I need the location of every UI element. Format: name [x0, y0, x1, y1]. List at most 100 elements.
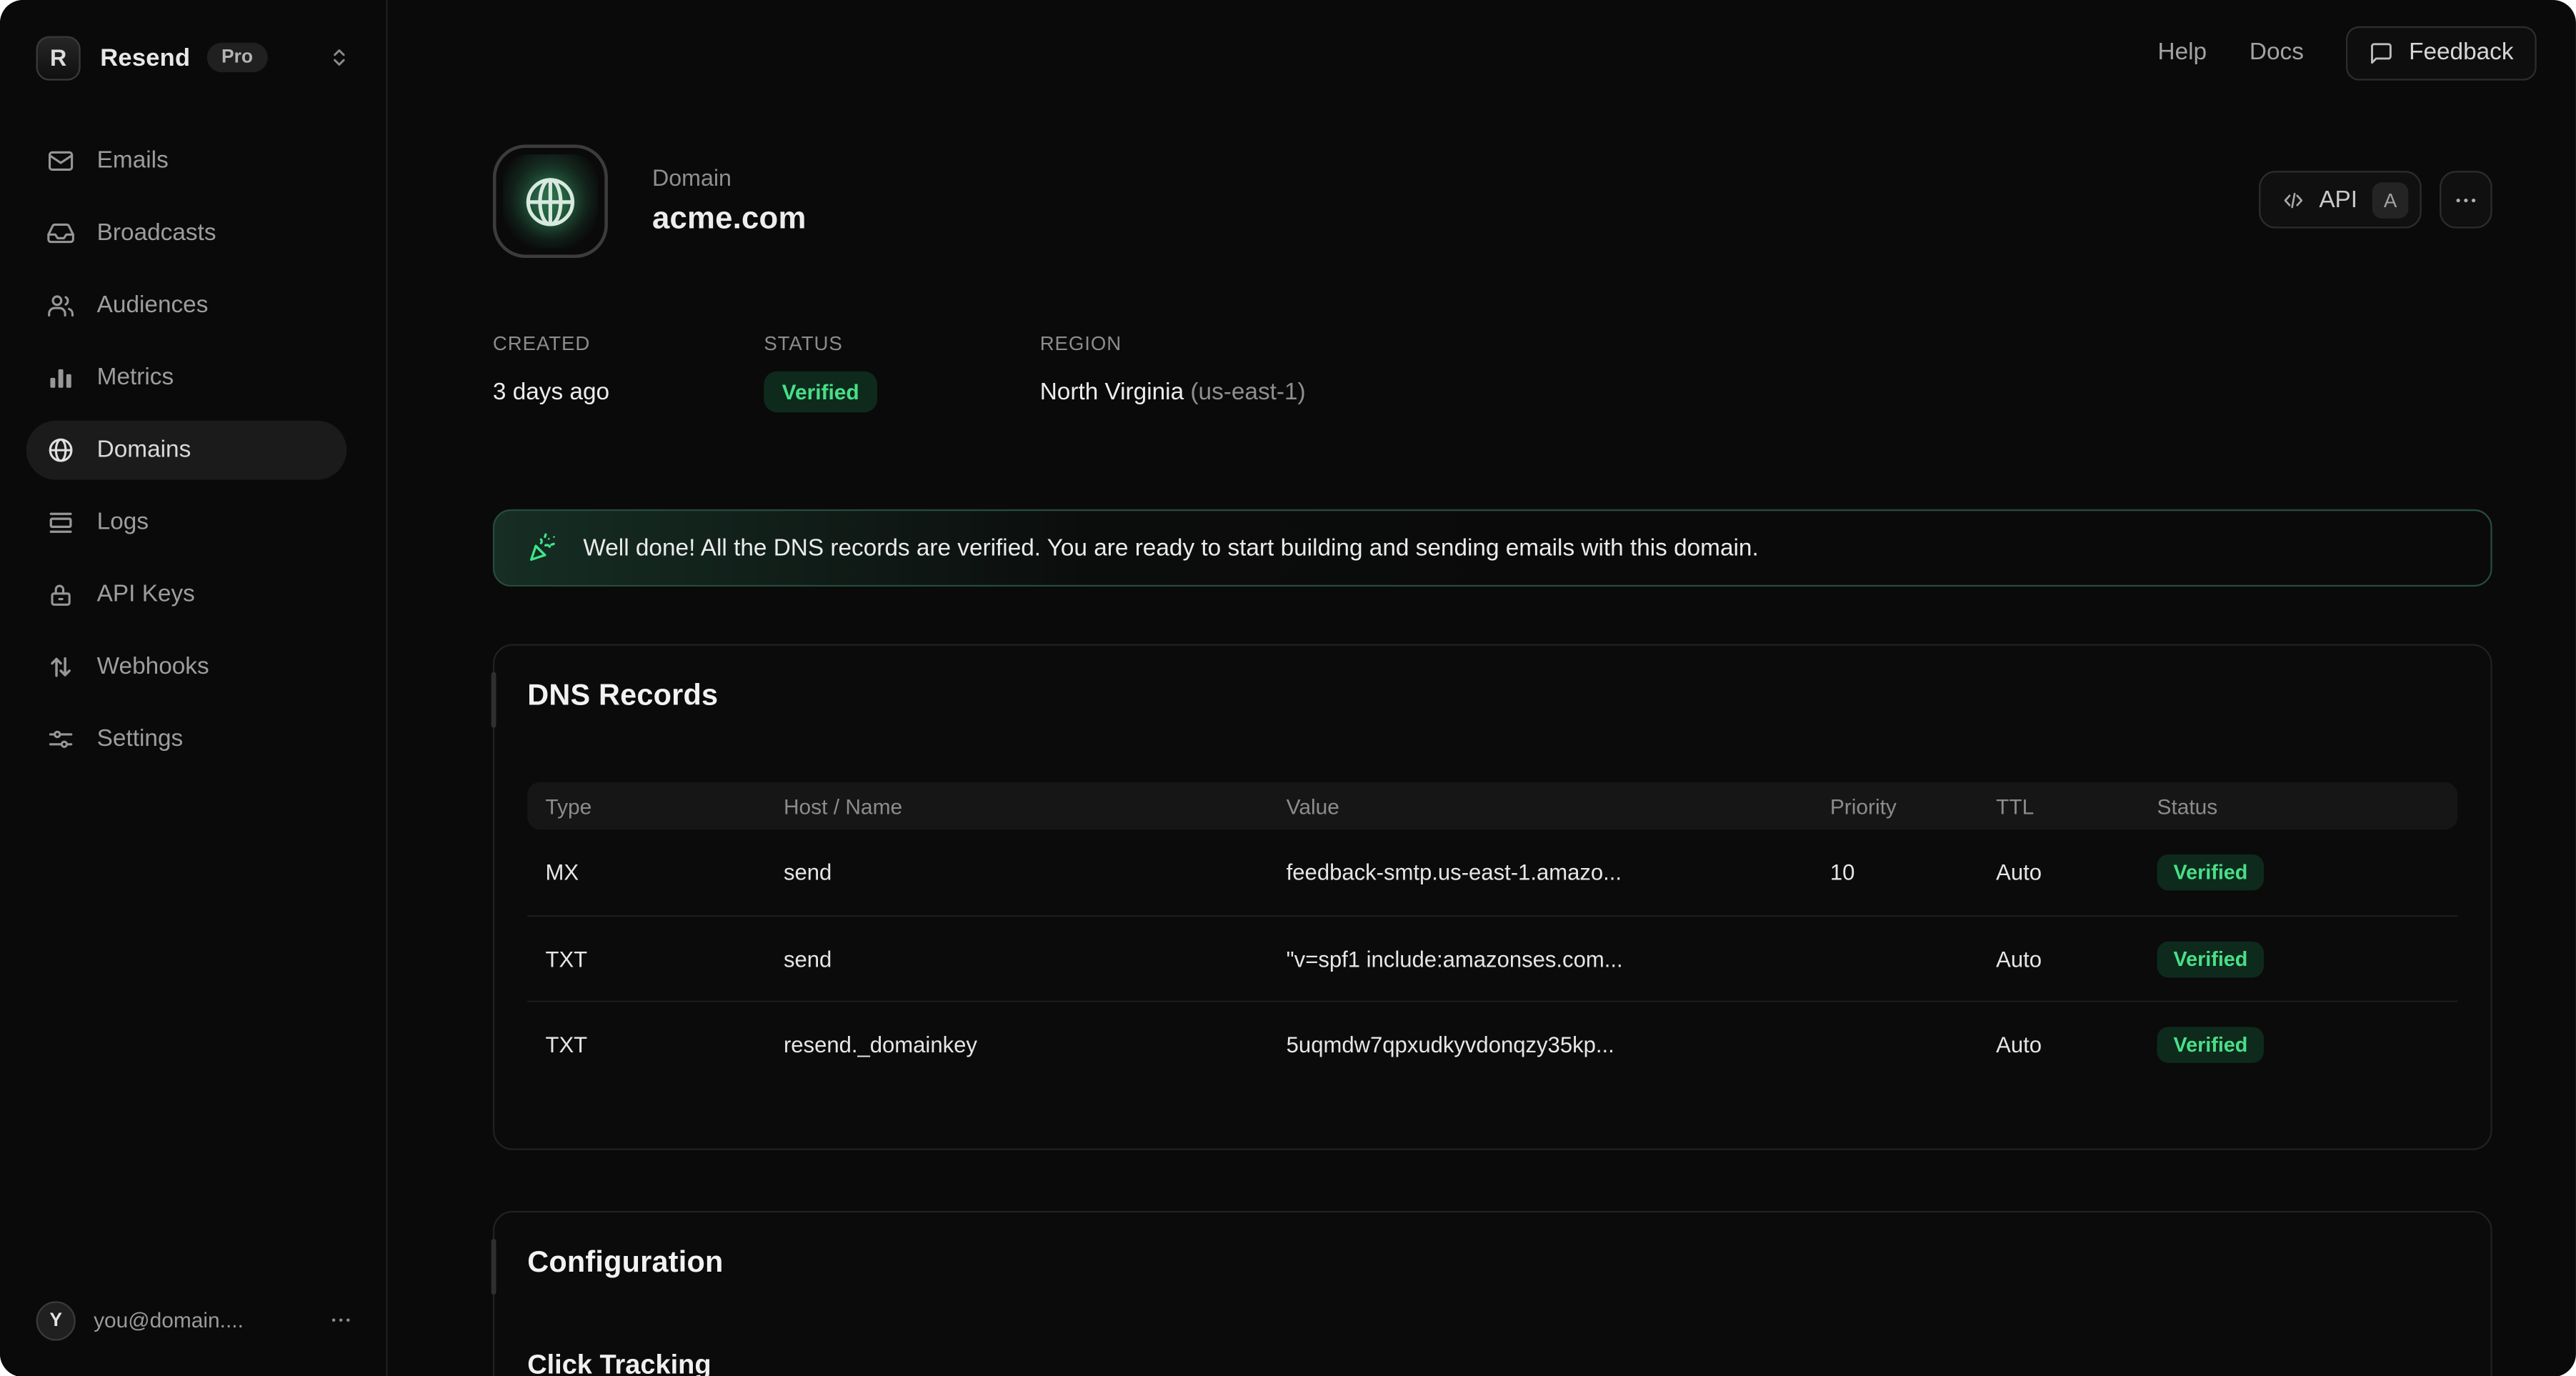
domain-header: Domain acme.com: [493, 144, 807, 258]
dns-records-title: DNS Records: [527, 679, 718, 713]
col-host-name: Host / Name: [784, 794, 902, 818]
sidebar: R Resend Pro Emails Broadcasts: [0, 0, 388, 1376]
success-banner: Well done! All the DNS records are verif…: [493, 509, 2492, 587]
cell-value: 5uqmdw7qpxudkyvdonqzy35kp...: [1287, 1032, 1614, 1056]
cell-host: send: [784, 860, 832, 884]
cell-value: feedback-smtp.us-east-1.amazo...: [1287, 860, 1622, 884]
col-type: Type: [546, 794, 592, 818]
region-value: North Virginia (us-east-1): [1040, 379, 1306, 406]
region-code: (us-east-1): [1190, 379, 1305, 406]
globe-icon: [46, 435, 75, 464]
user-menu[interactable]: Y you@domain....: [0, 1284, 386, 1356]
mail-icon: [46, 146, 75, 176]
cell-value: "v=spf1 include:amazonses.com...: [1287, 947, 1623, 971]
resend-app-window: R Resend Pro Emails Broadcasts: [0, 0, 2576, 1376]
table-row[interactable]: TXT send "v=spf1 include:amazonses.com..…: [527, 915, 2457, 1001]
dns-records-card: DNS Records Type Host / Name Value Prior…: [493, 644, 2492, 1150]
workspace-name: Resend: [100, 44, 190, 71]
docs-link[interactable]: Docs: [2250, 39, 2304, 66]
col-priority: Priority: [1830, 794, 1897, 818]
sidebar-item-label: Logs: [97, 509, 149, 536]
chevron-up-down-icon: [329, 44, 350, 71]
section-accent-bar: [491, 672, 496, 728]
verified-badge: Verified: [2157, 854, 2265, 891]
entity-label: Domain: [652, 164, 807, 191]
bar-chart-icon: [46, 363, 75, 392]
cell-type: TXT: [546, 947, 588, 971]
banner-message: Well done! All the DNS records are verif…: [583, 535, 1758, 562]
click-tracking-label: Click Tracking: [527, 1350, 711, 1376]
feedback-button[interactable]: Feedback: [2347, 26, 2537, 80]
api-button-label: API: [2319, 186, 2357, 213]
table-header: Type Host / Name Value Priority TTL Stat…: [527, 782, 2457, 830]
sidebar-item-webhooks[interactable]: Webhooks: [0, 631, 386, 703]
app-stage: R Resend Pro Emails Broadcasts: [0, 0, 2576, 1376]
logo-letter: R: [50, 44, 66, 71]
sidebar-item-label: Domains: [97, 437, 191, 464]
cell-ttl: Auto: [1996, 947, 2042, 971]
resend-logo: R: [36, 35, 81, 79]
sliders-icon: [46, 724, 75, 754]
api-button[interactable]: API A: [2258, 171, 2422, 228]
cell-type: TXT: [546, 1032, 588, 1056]
sidebar-item-broadcasts[interactable]: Broadcasts: [0, 197, 386, 269]
sidebar-item-emails[interactable]: Emails: [0, 125, 386, 197]
sidebar-item-logs[interactable]: Logs: [0, 487, 386, 559]
sidebar-item-label: Audiences: [97, 292, 209, 319]
sidebar-item-label: Settings: [97, 726, 184, 752]
sidebar-item-label: API Keys: [97, 582, 195, 608]
status-badge: Verified: [764, 372, 877, 412]
user-more-icon[interactable]: [329, 1308, 353, 1332]
sidebar-item-settings[interactable]: Settings: [0, 703, 386, 775]
workspace-switcher[interactable]: R Resend Pro: [0, 0, 386, 105]
sidebar-item-metrics[interactable]: Metrics: [0, 341, 386, 414]
feedback-bubble-icon: [2370, 40, 2394, 64]
users-icon: [46, 291, 75, 320]
col-status: Status: [2157, 794, 2218, 818]
header-actions: API A: [2258, 171, 2492, 228]
topbar: Help Docs Feedback: [2158, 0, 2576, 105]
inbox-icon: [46, 219, 75, 248]
table-row[interactable]: MX send feedback-smtp.us-east-1.amazo...…: [527, 829, 2457, 915]
domain-avatar: [493, 144, 608, 258]
section-accent-bar: [491, 1239, 496, 1295]
status-label: STATUS: [764, 332, 1039, 355]
created-value: 3 days ago: [493, 379, 764, 406]
sidebar-item-label: Broadcasts: [97, 220, 216, 246]
domain-more-button[interactable]: [2440, 171, 2492, 228]
avatar: Y: [36, 1300, 76, 1340]
sidebar-item-audiences[interactable]: Audiences: [0, 269, 386, 341]
table-body: MX send feedback-smtp.us-east-1.amazo...…: [527, 829, 2457, 1086]
user-email: you@domain....: [94, 1308, 329, 1332]
party-popper-icon: [527, 532, 559, 564]
configuration-card: Configuration Click Tracking: [493, 1211, 2492, 1376]
table-row[interactable]: TXT resend._domainkey 5uqmdw7qpxudkyvdon…: [527, 1001, 2457, 1087]
cell-host: resend._domainkey: [784, 1032, 977, 1056]
verified-badge: Verified: [2157, 1026, 2265, 1062]
cell-ttl: Auto: [1996, 1032, 2042, 1056]
globe-icon: [521, 171, 580, 231]
sidebar-item-api-keys[interactable]: API Keys: [0, 559, 386, 631]
ellipsis-icon: [2452, 186, 2479, 213]
page-title: acme.com: [652, 202, 807, 239]
keyboard-shortcut-badge: A: [2372, 181, 2409, 218]
configuration-title: Configuration: [527, 1245, 723, 1280]
arrows-up-down-icon: [46, 652, 75, 682]
sidebar-nav: Emails Broadcasts Audiences Metrics: [0, 125, 386, 776]
feedback-label: Feedback: [2409, 39, 2513, 66]
col-ttl: TTL: [1996, 794, 2034, 818]
verified-badge: Verified: [2157, 941, 2265, 977]
cell-ttl: Auto: [1996, 860, 2042, 884]
sidebar-item-label: Metrics: [97, 365, 174, 392]
plan-badge: Pro: [206, 43, 267, 72]
region-label: REGION: [1040, 332, 1306, 355]
created-label: CREATED: [493, 332, 764, 355]
domain-meta: CREATED 3 days ago STATUS Verified REGIO…: [493, 332, 1306, 413]
sidebar-item-domains[interactable]: Domains: [26, 421, 346, 480]
lock-icon: [46, 580, 75, 609]
main-area: Help Docs Feedback Domain acme.com: [388, 0, 2576, 1376]
help-link[interactable]: Help: [2158, 39, 2207, 66]
col-value: Value: [1287, 794, 1339, 818]
sidebar-item-label: Webhooks: [97, 654, 209, 680]
cell-type: MX: [546, 860, 579, 884]
